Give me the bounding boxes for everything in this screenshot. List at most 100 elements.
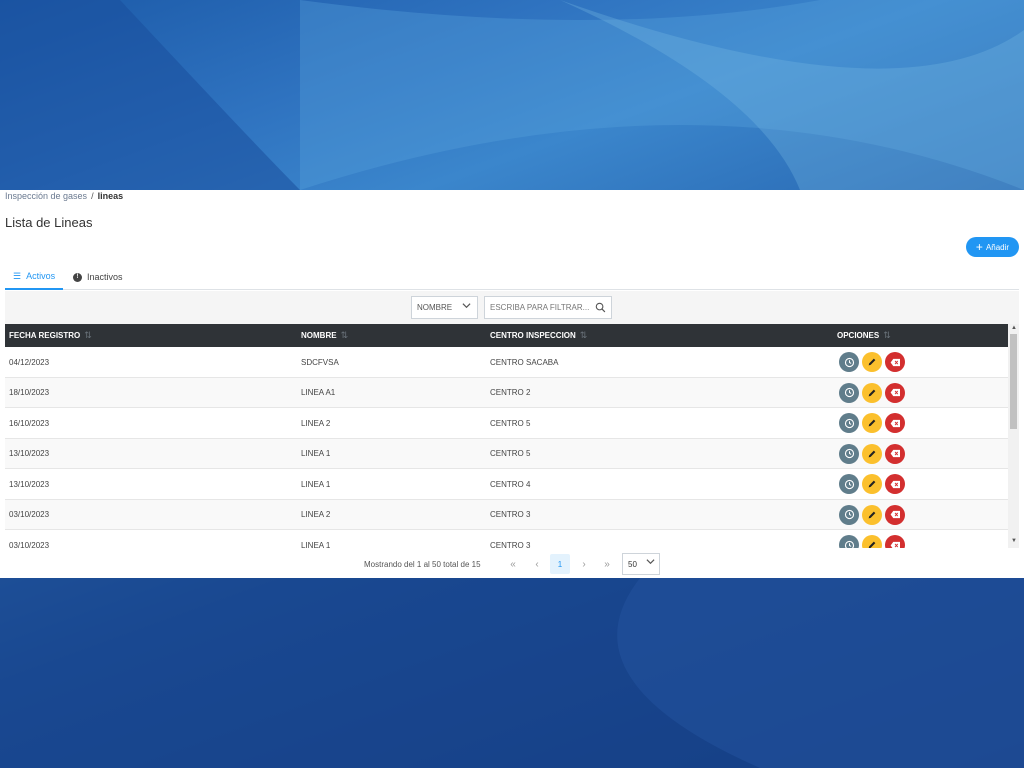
backspace-icon [890, 388, 900, 397]
table-row[interactable]: 16/10/2023 LINEA 2 CENTRO 5 [5, 408, 1008, 439]
scroll-thumb[interactable] [1010, 334, 1017, 429]
clock-icon [844, 540, 854, 548]
history-button[interactable] [839, 504, 859, 525]
pencil-icon [868, 480, 876, 488]
history-button[interactable] [839, 382, 859, 403]
pagination-bar: Mostrando del 1 al 50 total de 15 « ‹ 1 … [0, 552, 1024, 576]
column-label: NOMBRE [301, 331, 337, 340]
edit-button[interactable] [862, 413, 882, 433]
delete-button[interactable] [885, 504, 905, 525]
table-row[interactable]: 18/10/2023 LINEA A1 CENTRO 2 [5, 377, 1008, 408]
row-actions [839, 474, 905, 494]
scroll-down-icon[interactable]: ▼ [1011, 538, 1017, 544]
page-size-value: 50 [628, 559, 637, 569]
add-button[interactable]: + Añadir [966, 237, 1019, 257]
clock-icon [844, 418, 854, 428]
column-header-fecha[interactable]: FECHA REGISTRO ⇅ [9, 324, 92, 347]
table-header: FECHA REGISTRO ⇅ NOMBRE ⇅ CENTRO INSPECCIO… [5, 324, 1008, 347]
pencil-icon [868, 541, 876, 548]
backspace-icon [890, 480, 900, 488]
column-label: CENTRO INSPECCION [490, 331, 576, 340]
main-panel: Inspección de gases / lineas Lista de Line… [0, 190, 1024, 578]
cell-nombre: LINEA A1 [301, 388, 336, 397]
delete-button[interactable] [885, 382, 905, 403]
history-button[interactable] [839, 474, 859, 494]
scroll-up-icon[interactable]: ▲ [1011, 325, 1017, 331]
breadcrumb-parent-link[interactable]: Inspección de gases [5, 191, 87, 201]
edit-button[interactable] [862, 352, 882, 372]
table-row[interactable]: 13/10/2023 LINEA 1 CENTRO 4 [5, 469, 1008, 500]
cell-nombre: LINEA 1 [301, 479, 331, 489]
filter-field-value: NOMBRE [417, 303, 453, 312]
cell-fecha: 03/10/2023 [9, 510, 50, 519]
history-button[interactable] [839, 352, 859, 372]
cell-centro: CENTRO SACABA [490, 357, 559, 367]
backspace-icon [890, 510, 900, 519]
column-header-centro[interactable]: CENTRO INSPECCION ⇅ [490, 324, 587, 347]
table-row[interactable]: 03/10/2023 LINEA 1 CENTRO 3 [5, 530, 1008, 548]
cell-fecha: 18/10/2023 [9, 388, 50, 397]
pagination-summary: Mostrando del 1 al 50 total de 15 [364, 560, 481, 569]
cell-centro: CENTRO 3 [490, 510, 531, 519]
edit-button[interactable] [862, 535, 882, 548]
cell-centro: CENTRO 4 [490, 479, 531, 489]
delete-button[interactable] [885, 535, 905, 548]
page-number-current[interactable]: 1 [550, 554, 570, 574]
history-button[interactable] [839, 535, 859, 548]
delete-button[interactable] [885, 443, 905, 464]
cell-fecha: 04/12/2023 [9, 357, 50, 367]
cell-fecha: 16/10/2023 [9, 418, 50, 428]
filter-toolbar: NOMBRE ESCRIBA PARA FILTRAR... [5, 291, 1019, 324]
column-header-opciones[interactable]: OPCIONES ⇅ [837, 324, 891, 347]
last-page-icon[interactable]: » [597, 554, 617, 574]
sort-icon: ⇅ [883, 330, 891, 340]
column-header-nombre[interactable]: NOMBRE ⇅ [301, 324, 348, 347]
edit-button[interactable] [862, 382, 882, 403]
page-size-select[interactable]: 50 [622, 553, 660, 575]
search-icon[interactable] [595, 302, 606, 315]
tab-label: Inactivos [87, 272, 123, 282]
clock-icon [844, 509, 854, 520]
table-scrollbar[interactable]: ▲ ▼ [1008, 324, 1019, 548]
tab-bar: ☰ Activos ! Inactivos [5, 264, 1019, 290]
table-row[interactable]: 04/12/2023 SDCFVSA CENTRO SACABA [5, 347, 1008, 378]
tab-inactivos[interactable]: ! Inactivos [65, 264, 131, 290]
backspace-icon [890, 541, 900, 548]
chevron-down-icon [462, 301, 471, 312]
clock-icon [844, 448, 854, 459]
backspace-icon [890, 449, 900, 458]
delete-button[interactable] [885, 352, 905, 372]
clock-icon [844, 387, 854, 398]
table-row[interactable]: 03/10/2023 LINEA 2 CENTRO 3 [5, 499, 1008, 530]
row-actions [839, 535, 905, 548]
list-icon: ☰ [13, 270, 22, 281]
row-actions [839, 352, 905, 372]
pencil-icon [868, 450, 876, 457]
cell-nombre: SDCFVSA [301, 357, 339, 367]
filter-field-select[interactable]: NOMBRE [411, 296, 478, 319]
delete-button[interactable] [885, 413, 905, 433]
filter-search-input[interactable]: ESCRIBA PARA FILTRAR... [484, 296, 612, 319]
add-button-label: Añadir [985, 242, 1010, 252]
next-page-icon[interactable]: › [574, 554, 594, 574]
edit-button[interactable] [862, 504, 882, 525]
cell-centro: CENTRO 2 [490, 388, 531, 397]
first-page-icon[interactable]: « [503, 554, 523, 574]
sort-icon: ⇅ [340, 330, 349, 340]
clock-icon [844, 479, 854, 489]
table-body: 04/12/2023 SDCFVSA CENTRO SACABA 18/10/2023… [5, 347, 1008, 548]
sort-icon: ⇅ [579, 330, 588, 340]
delete-button[interactable] [885, 474, 905, 494]
cell-nombre: LINEA 2 [301, 510, 331, 519]
cell-nombre: LINEA 2 [301, 418, 331, 428]
edit-button[interactable] [862, 474, 882, 494]
row-actions [839, 443, 905, 464]
pencil-icon [868, 511, 876, 518]
history-button[interactable] [839, 443, 859, 464]
prev-page-icon[interactable]: ‹ [527, 554, 547, 574]
history-button[interactable] [839, 413, 859, 433]
tab-activos[interactable]: ☰ Activos [5, 264, 64, 290]
table-row[interactable]: 13/10/2023 LINEA 1 CENTRO 5 [5, 438, 1008, 469]
row-actions [839, 382, 905, 403]
edit-button[interactable] [862, 443, 882, 464]
